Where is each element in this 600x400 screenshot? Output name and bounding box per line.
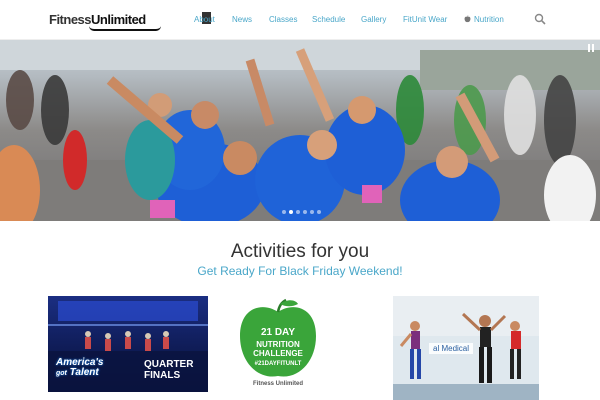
apple-icon [464, 15, 471, 23]
slider-dot[interactable] [289, 210, 293, 214]
slider-dot[interactable] [282, 210, 286, 214]
nav-item-about[interactable]: About [194, 15, 215, 24]
logo-swoosh [89, 26, 161, 31]
nav-item-gallery[interactable]: Gallery [361, 15, 386, 24]
logo-text: FitnessUnlimited [49, 12, 146, 27]
nav-item-classes[interactable]: Classes [269, 15, 297, 24]
challenge-days: 21 DAY [260, 327, 296, 338]
agt-caption: QUARTER FINALS [144, 359, 194, 381]
activities-title: Activities for you [230, 241, 370, 262]
challenge-line3: CHALLENGE [253, 349, 303, 358]
search-icon[interactable] [534, 13, 546, 25]
site-header: FitnessUnlimited About News Classes Sche… [0, 0, 600, 40]
activity-card-agt[interactable]: America's got Talent QUARTER FINALS [48, 296, 208, 392]
nav-item-nutrition-label: Nutrition [474, 15, 504, 24]
nav-item-nutrition[interactable]: Nutrition [464, 15, 504, 24]
challenge-brand: Fitness Unlimited [252, 381, 303, 387]
slider-dot[interactable] [296, 210, 300, 214]
site-logo[interactable]: FitnessUnlimited [49, 11, 211, 31]
agt-logo: America's got Talent [56, 357, 104, 378]
activity-card-nutrition-challenge[interactable]: 21 DAY NUTRITION CHALLENGE #21DAYFITUNLT… [236, 298, 320, 394]
pause-icon[interactable] [588, 44, 595, 52]
slider-dot[interactable] [310, 210, 314, 214]
activities-subtitle[interactable]: Get Ready For Black Friday Weekend! [0, 264, 600, 278]
activity-card-dance-class[interactable]: al Medical [393, 296, 539, 400]
medical-banner: al Medical [429, 343, 474, 354]
hero-photo [0, 40, 600, 221]
slider-dot[interactable] [303, 210, 307, 214]
challenge-hashtag: #21DAYFITUNLT [254, 361, 302, 367]
slider-dot[interactable] [317, 210, 321, 214]
hero-slider[interactable] [0, 40, 600, 221]
nav-item-news[interactable]: News [232, 15, 252, 24]
green-apple-icon [240, 298, 316, 377]
challenge-line2: NUTRITION [256, 340, 300, 349]
nav-item-fitunit-wear[interactable]: FitUnit Wear [403, 15, 447, 24]
nav-item-schedule[interactable]: Schedule [312, 15, 345, 24]
